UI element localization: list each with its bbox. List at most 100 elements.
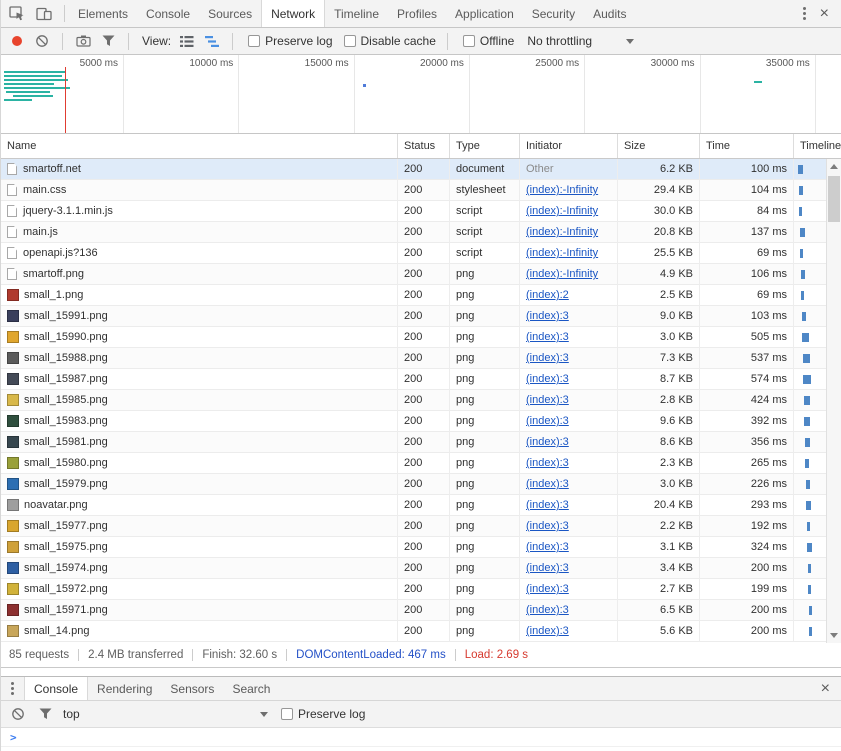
scrollbar-thumb[interactable] — [828, 176, 840, 222]
preserve-log-checkbox[interactable]: Preserve log — [248, 34, 332, 48]
table-row[interactable]: small_15991.png200png(index):39.0 KB103 … — [1, 306, 841, 327]
execution-context-dropdown[interactable]: top — [63, 707, 268, 721]
initiator-link[interactable]: (index):3 — [526, 583, 569, 595]
table-row[interactable]: small_15971.png200png(index):36.5 KB200 … — [1, 600, 841, 621]
table-row[interactable]: small_15980.png200png(index):32.3 KB265 … — [1, 453, 841, 474]
initiator-link[interactable]: (index):3 — [526, 625, 569, 637]
tab-application[interactable]: Application — [446, 0, 523, 27]
table-row[interactable]: small_15977.png200png(index):32.2 KB192 … — [1, 516, 841, 537]
column-header-name[interactable]: Name — [1, 134, 398, 158]
table-row[interactable]: noavatar.png200png(index):320.4 KB293 ms — [1, 495, 841, 516]
cell-time: 137 ms — [700, 222, 794, 243]
initiator-link[interactable]: (index):3 — [526, 373, 569, 385]
initiator-link[interactable]: (index):3 — [526, 541, 569, 553]
capture-screenshots-icon[interactable] — [74, 32, 92, 50]
initiator-link[interactable]: (index):-Infinity — [526, 226, 598, 238]
initiator-link[interactable]: (index):3 — [526, 478, 569, 490]
initiator-link[interactable]: (index):3 — [526, 520, 569, 532]
table-row[interactable]: small_15979.png200png(index):33.0 KB226 … — [1, 474, 841, 495]
table-row[interactable]: main.js200script(index):-Infinity20.8 KB… — [1, 222, 841, 243]
initiator-link[interactable]: (index):3 — [526, 604, 569, 616]
table-row[interactable]: small_15985.png200png(index):32.8 KB424 … — [1, 390, 841, 411]
table-row[interactable]: small_15974.png200png(index):33.4 KB200 … — [1, 558, 841, 579]
column-header-status[interactable]: Status — [398, 134, 450, 158]
overview-tick-label: 30000 ms — [651, 58, 700, 69]
initiator-link[interactable]: (index):3 — [526, 352, 569, 364]
tab-security[interactable]: Security — [523, 0, 584, 27]
column-header-size[interactable]: Size — [618, 134, 700, 158]
scroll-up-icon[interactable] — [827, 159, 841, 174]
drawer-tab-sensors[interactable]: Sensors — [161, 677, 223, 700]
close-devtools-button[interactable]: × — [820, 6, 829, 22]
initiator-link[interactable]: (index):3 — [526, 436, 569, 448]
initiator-link[interactable]: (index):3 — [526, 457, 569, 469]
initiator-link[interactable]: (index):3 — [526, 415, 569, 427]
table-row[interactable]: jquery-3.1.1.min.js200script(index):-Inf… — [1, 201, 841, 222]
column-header-timeline[interactable]: Timeline — [794, 134, 841, 158]
drawer-tab-search[interactable]: Search — [223, 677, 279, 700]
initiator-link[interactable]: (index):3 — [526, 331, 569, 343]
initiator-link[interactable]: (index):2 — [526, 289, 569, 301]
initiator-link[interactable]: (index):-Infinity — [526, 205, 598, 217]
waterfall-bar — [803, 375, 811, 384]
column-header-time[interactable]: Time — [700, 134, 794, 158]
console-preserve-log-checkbox[interactable]: Preserve log — [281, 707, 365, 721]
initiator-link[interactable]: (index):3 — [526, 310, 569, 322]
table-row[interactable]: openapi.js?136200script(index):-Infinity… — [1, 243, 841, 264]
tab-elements[interactable]: Elements — [69, 0, 137, 27]
tab-sources[interactable]: Sources — [199, 0, 261, 27]
drawer-tab-console[interactable]: Console — [24, 677, 88, 700]
tab-timeline[interactable]: Timeline — [325, 0, 388, 27]
throttling-dropdown[interactable]: No throttling — [527, 34, 634, 48]
table-row[interactable]: small_15990.png200png(index):33.0 KB505 … — [1, 327, 841, 348]
table-row[interactable]: small_15975.png200png(index):33.1 KB324 … — [1, 537, 841, 558]
table-row[interactable]: small_1.png200png(index):22.5 KB69 ms — [1, 285, 841, 306]
initiator-link[interactable]: (index):-Infinity — [526, 247, 598, 259]
scroll-down-icon[interactable] — [827, 628, 841, 643]
console-filter-icon[interactable] — [36, 705, 54, 723]
large-request-rows-toggle-icon[interactable] — [178, 32, 196, 50]
offline-checkbox[interactable]: Offline — [463, 34, 514, 48]
show-overview-toggle-icon[interactable] — [203, 32, 221, 50]
tab-console[interactable]: Console — [137, 0, 199, 27]
table-row[interactable]: smartoff.net200documentOther6.2 KB100 ms — [1, 159, 841, 180]
overview-resource-bar — [6, 91, 50, 93]
table-row[interactable]: small_15983.png200png(index):39.6 KB392 … — [1, 411, 841, 432]
console-prompt[interactable]: > — [1, 728, 841, 747]
request-name: main.js — [23, 226, 58, 238]
table-row[interactable]: smartoff.png200png(index):-Infinity4.9 K… — [1, 264, 841, 285]
column-header-initiator[interactable]: Initiator — [520, 134, 618, 158]
tab-network[interactable]: Network — [261, 0, 325, 27]
inspect-element-icon[interactable] — [8, 5, 26, 23]
initiator-link[interactable]: (index):-Infinity — [526, 184, 598, 196]
disable-cache-checkbox[interactable]: Disable cache — [344, 34, 436, 48]
table-row[interactable]: small_15987.png200png(index):38.7 KB574 … — [1, 369, 841, 390]
table-row[interactable]: small_15988.png200png(index):37.3 KB537 … — [1, 348, 841, 369]
more-options-icon[interactable] — [803, 7, 806, 20]
record-network-log-button[interactable] — [8, 32, 26, 50]
vertical-scrollbar[interactable] — [826, 159, 841, 643]
initiator-link[interactable]: (index):-Infinity — [526, 268, 598, 280]
console-empty-area[interactable] — [1, 747, 841, 751]
initiator-link[interactable]: (index):3 — [526, 562, 569, 574]
close-drawer-button[interactable]: × — [810, 681, 841, 697]
cell-status: 200 — [398, 390, 450, 411]
overview-timeline[interactable]: 5000 ms10000 ms15000 ms20000 ms25000 ms3… — [1, 55, 841, 134]
table-row[interactable]: small_14.png200png(index):35.6 KB200 ms — [1, 621, 841, 642]
initiator-link[interactable]: (index):3 — [526, 394, 569, 406]
device-toolbar-icon[interactable] — [35, 5, 53, 23]
tab-audits[interactable]: Audits — [584, 0, 635, 27]
column-header-type[interactable]: Type — [450, 134, 520, 158]
tab-profiles[interactable]: Profiles — [388, 0, 446, 27]
initiator-link[interactable]: (index):3 — [526, 499, 569, 511]
clear-console-icon[interactable] — [9, 705, 27, 723]
table-row[interactable]: small_15972.png200png(index):32.7 KB199 … — [1, 579, 841, 600]
drawer-more-options-icon[interactable] — [1, 682, 24, 695]
drawer-tab-rendering[interactable]: Rendering — [88, 677, 161, 700]
table-row[interactable]: main.css200stylesheet(index):-Infinity29… — [1, 180, 841, 201]
filter-icon[interactable] — [99, 32, 117, 50]
clear-network-log-button[interactable] — [33, 32, 51, 50]
table-row[interactable]: small_15981.png200png(index):38.6 KB356 … — [1, 432, 841, 453]
cell-time: 424 ms — [700, 390, 794, 411]
image-thumbnail-icon — [7, 289, 19, 301]
